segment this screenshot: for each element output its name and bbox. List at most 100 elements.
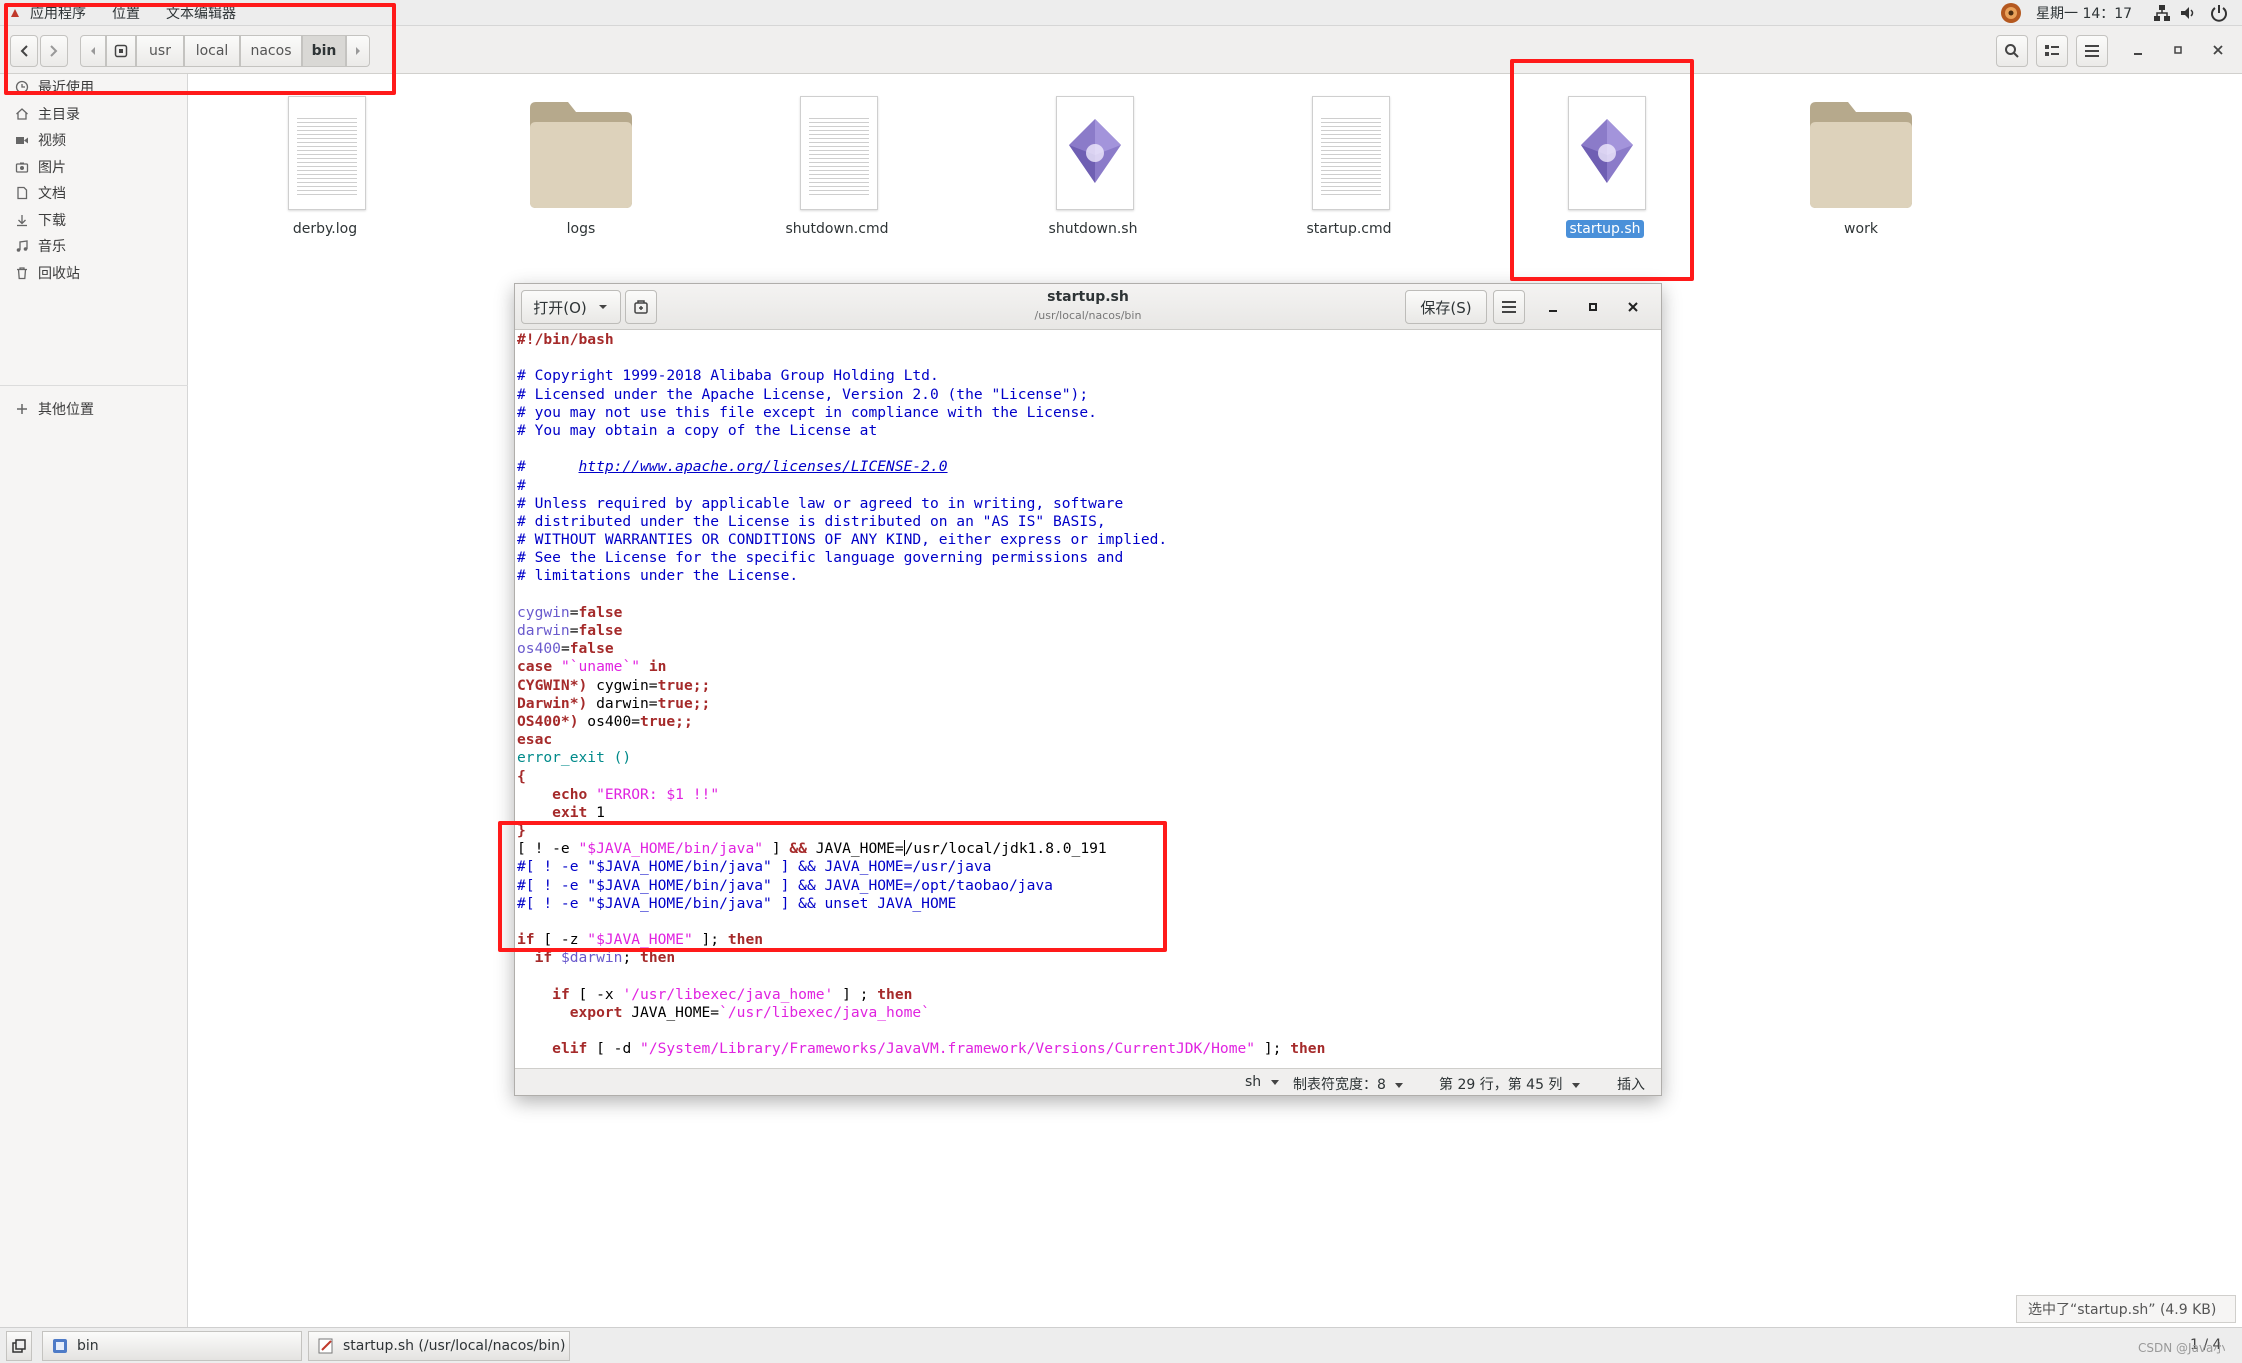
code-token: elif [552, 1040, 588, 1058]
tab-width-label: 制表符宽度：8 [1293, 1077, 1386, 1093]
file-item-startup-cmd[interactable]: startup.cmd [1269, 96, 1429, 238]
document-icon [17, 186, 28, 200]
chevron-down-icon [1571, 1083, 1580, 1088]
code-line: # distributed under the License is distr… [517, 513, 1661, 531]
taskbar: bin startup.sh (/usr/local/nacos/bin) - … [0, 1327, 2242, 1363]
code-line: # Licensed under the Apache License, Ver… [517, 386, 1661, 404]
save-button[interactable]: 保存(S) [1405, 290, 1487, 324]
folder-icon [530, 102, 632, 208]
file-item-logs[interactable]: logs [501, 96, 661, 238]
desktop-icon [12, 1339, 26, 1353]
code-line: echo "ERROR: $1 !!" [517, 786, 1661, 804]
code-line: if [ -x '/usr/libexec/java_home' ] ; the… [517, 986, 1661, 1004]
editor-maximize-button[interactable] [1581, 295, 1605, 319]
annotation-box-java-home [498, 821, 1167, 952]
file-thumbnail [1013, 96, 1173, 216]
taskbar-item-bin[interactable]: bin [42, 1331, 302, 1361]
hamburger-icon [2085, 45, 2099, 57]
code-token: false [569, 640, 614, 658]
minimize-button[interactable] [2126, 38, 2150, 62]
code-token: true;; [657, 676, 711, 694]
sidebar-item-trash[interactable]: 回收站 [0, 258, 188, 288]
code-token: true;; [640, 712, 693, 730]
close-icon [2213, 45, 2223, 55]
file-item-derby-log[interactable]: derby.log [245, 96, 405, 238]
tab-width-selector[interactable]: 制表符宽度：8 [1293, 1074, 1404, 1094]
file-item-shutdown-sh[interactable]: shutdown.sh [1013, 96, 1173, 238]
code-token: # Copyright 1999-2018 Alibaba Group Hold… [517, 367, 939, 385]
code-line: cygwin=false [517, 604, 1661, 622]
file-thumbnail [757, 96, 917, 216]
code-line: { [517, 768, 1661, 786]
file-item-work[interactable]: work [1781, 96, 1941, 238]
code-token: { [517, 767, 526, 785]
insert-mode-indicator[interactable]: 插入 [1617, 1074, 1645, 1094]
code-token: exit [552, 803, 588, 821]
taskbar-item-label: startup.sh (/usr/local/nacos/bin) - g... [343, 1338, 569, 1354]
search-icon [2005, 44, 2019, 58]
sidebar-item-other-locations[interactable]: 其他位置 [0, 394, 188, 424]
sidebar-item-video[interactable]: 视频 [0, 125, 188, 155]
code-token: Darwin*) [517, 694, 588, 712]
maximize-button[interactable] [2166, 38, 2190, 62]
language-selector[interactable]: sh [1245, 1074, 1280, 1090]
sidebar-item-label: 文档 [38, 186, 66, 202]
cursor-position-selector[interactable]: 第 29 行，第 45 列 [1439, 1074, 1581, 1094]
code-token: # You may obtain a copy of the License a… [517, 421, 878, 439]
script-file-icon [1056, 96, 1134, 210]
sidebar-item-label: 回收站 [38, 266, 80, 282]
text-file-icon [1312, 96, 1390, 210]
code-line: # Copyright 1999-2018 Alibaba Group Hold… [517, 367, 1661, 385]
sidebar-item-music[interactable]: 音乐 [0, 231, 188, 261]
code-line: # you may not use this file except in co… [517, 404, 1661, 422]
code-token: true;; [657, 694, 711, 712]
editor-close-button[interactable] [1621, 295, 1645, 319]
code-token: false [578, 622, 623, 639]
code-token: 1 [587, 803, 605, 821]
taskbar-item-editor[interactable]: startup.sh (/usr/local/nacos/bin) - g... [308, 1331, 570, 1361]
file-name: shutdown.cmd [785, 221, 889, 237]
code-line: export JAVA_HOME=`/usr/libexec/java_home… [517, 1004, 1661, 1022]
code-line: Darwin*) darwin=true;; [517, 695, 1661, 713]
sidebar-item-label: 其他位置 [38, 402, 94, 418]
file-item-shutdown-cmd[interactable]: shutdown.cmd [757, 96, 917, 238]
power-icon[interactable] [2209, 3, 2229, 23]
download-icon [17, 215, 27, 227]
watermark: CSDN @Java小 [2138, 1341, 2226, 1355]
view-options-button[interactable] [2036, 35, 2068, 67]
plus-icon [17, 404, 27, 414]
close-button[interactable] [2206, 38, 2230, 62]
selection-info: 选中了“startup.sh” (4.9 KB) [2016, 1295, 2236, 1323]
menu-button[interactable] [2076, 35, 2108, 67]
home-icon [16, 108, 28, 120]
sidebar-item-label: 主目录 [38, 107, 80, 123]
maximize-icon [1589, 303, 1597, 311]
code-line: # WITHOUT WARRANTIES OR CONDITIONS OF AN… [517, 531, 1661, 549]
file-thumbnail [1781, 96, 1941, 216]
code-token: http://www.apache.org/licenses/LICENSE-2… [578, 458, 948, 476]
user-avatar-icon[interactable] [2000, 2, 2022, 24]
code-token: false [578, 603, 623, 621]
code-token: cygwin= [587, 676, 658, 694]
editor-menu-button[interactable] [1493, 290, 1525, 324]
search-button[interactable] [1996, 35, 2028, 67]
file-thumbnail [245, 96, 405, 216]
code-line: exit 1 [517, 804, 1661, 822]
code-token: esac [517, 731, 553, 749]
hamburger-icon [1502, 301, 1516, 313]
code-token: darwin [517, 622, 570, 639]
code-editor[interactable]: #!/bin/bash # Copyright 1999-2018 Alibab… [515, 330, 1661, 1068]
network-icon[interactable] [2152, 3, 2172, 23]
show-desktop-button[interactable] [6, 1331, 32, 1361]
volume-icon[interactable] [2178, 3, 2198, 23]
clock[interactable]: 星期一 14：17 [2036, 3, 2132, 23]
sidebar-item-document[interactable]: 文档 [0, 178, 188, 208]
editor-minimize-button[interactable] [1541, 295, 1565, 319]
editor-title: startup.sh [1047, 289, 1129, 305]
annotation-box-startup-sh [1510, 59, 1694, 281]
